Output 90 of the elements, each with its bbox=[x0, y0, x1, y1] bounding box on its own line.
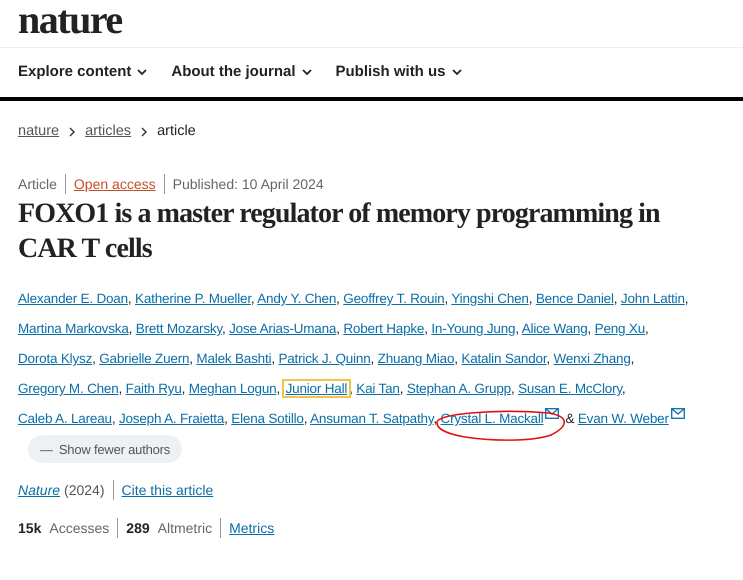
author-link[interactable]: Caleb A. Lareau bbox=[18, 411, 112, 426]
author-link[interactable]: Joseph A. Fraietta bbox=[118, 411, 224, 426]
cite-article-link[interactable]: Cite this article bbox=[122, 480, 214, 500]
metric-stat: 289 Altmetric bbox=[126, 518, 212, 538]
published-date: Published: 10 April 2024 bbox=[172, 174, 324, 194]
author-separator: , bbox=[118, 381, 122, 396]
nav-menu-button[interactable]: Publish with us bbox=[336, 61, 462, 84]
chevron-right-icon bbox=[141, 127, 148, 137]
author-link[interactable]: In-Young Jung bbox=[431, 321, 516, 336]
author-separator: , bbox=[128, 321, 132, 336]
author-separator: , bbox=[400, 381, 404, 396]
author-separator: , bbox=[224, 411, 228, 426]
author-link[interactable]: Katalin Sandor bbox=[461, 351, 546, 366]
author-separator: , bbox=[614, 291, 618, 306]
author-link[interactable]: Dorota Klysz bbox=[18, 351, 92, 366]
chevron-down-icon bbox=[137, 69, 148, 76]
author-separator: , bbox=[271, 351, 275, 366]
author-separator: , bbox=[528, 291, 532, 306]
author-link[interactable]: Alice Wang bbox=[522, 321, 588, 336]
nav-menu-button[interactable]: Explore content bbox=[18, 61, 148, 84]
author-separator: , bbox=[630, 351, 634, 366]
author-separator: , bbox=[276, 381, 280, 396]
author-link[interactable]: Andy Y. Chen bbox=[257, 291, 336, 306]
mail-icon[interactable] bbox=[545, 408, 560, 419]
author-separator: , bbox=[515, 321, 519, 336]
author-separator: , bbox=[444, 291, 448, 306]
nav-menu-button[interactable]: About the journal bbox=[171, 61, 312, 84]
author-link[interactable]: Wenxi Zhang bbox=[554, 351, 631, 366]
author-link[interactable]: Kai Tan bbox=[356, 381, 400, 396]
author-link[interactable]: Brett Mozarsky bbox=[136, 321, 222, 336]
breadcrumb-link[interactable]: nature bbox=[18, 121, 60, 143]
author-separator: , bbox=[336, 321, 340, 336]
chevron-down-icon bbox=[452, 69, 462, 76]
author-link[interactable]: Robert Hapke bbox=[343, 321, 424, 336]
author-separator: , bbox=[588, 321, 592, 336]
author-link[interactable]: Meghan Logun bbox=[188, 381, 276, 396]
show-fewer-authors-button[interactable]: — Show fewer authors bbox=[28, 435, 182, 464]
article-type: Article bbox=[18, 174, 57, 194]
author-link[interactable]: Geoffrey T. Rouin bbox=[343, 291, 444, 306]
author-separator: , bbox=[645, 321, 649, 336]
author-separator: , bbox=[424, 321, 428, 336]
author-link[interactable]: Patrick J. Quinn bbox=[278, 351, 371, 366]
author-link[interactable]: Junior Hall bbox=[284, 381, 350, 396]
author-separator: , bbox=[222, 321, 226, 336]
publication-year: (2024) bbox=[64, 480, 104, 500]
author-separator: , bbox=[336, 291, 340, 306]
metrics-link[interactable]: Metrics bbox=[229, 518, 274, 538]
author-link[interactable]: Zhuang Miao bbox=[378, 351, 454, 366]
author-separator: , bbox=[128, 291, 132, 306]
journal-link[interactable]: Nature bbox=[18, 480, 60, 500]
author-link[interactable]: Gregory M. Chen bbox=[18, 381, 119, 396]
author-link[interactable]: Katherine P. Mueller bbox=[135, 291, 251, 306]
author-link[interactable]: Elena Sotillo bbox=[231, 411, 304, 426]
author-separator: , bbox=[546, 351, 550, 366]
author-separator: , bbox=[182, 381, 186, 396]
author-separator: , bbox=[370, 351, 374, 366]
journal-logo[interactable]: nature bbox=[18, 0, 122, 40]
author-separator: , bbox=[454, 351, 458, 366]
author-link[interactable]: Martina Markovska bbox=[18, 321, 129, 336]
author-separator: , bbox=[304, 411, 308, 426]
author-separator: & bbox=[565, 411, 574, 426]
author-link[interactable]: Faith Ryu bbox=[126, 381, 182, 396]
author-link[interactable]: Bence Daniel bbox=[536, 291, 614, 306]
open-access-link[interactable]: Open access bbox=[74, 174, 156, 194]
metric-stat: 15k Accesses bbox=[18, 518, 110, 538]
author-link[interactable]: Yingshi Chen bbox=[451, 291, 529, 306]
author-link[interactable]: Jose Arias-Umana bbox=[229, 321, 336, 336]
author-separator: , bbox=[112, 411, 116, 426]
author-link[interactable]: Alexander E. Doan bbox=[18, 291, 128, 306]
breadcrumb-current: article bbox=[157, 122, 196, 142]
author-separator: , bbox=[510, 381, 515, 396]
article-title: FOXO1 is a master regulator of memory programming in CAR T cells bbox=[17, 197, 662, 266]
author-separator: , bbox=[92, 351, 96, 366]
breadcrumb-link[interactable]: articles bbox=[85, 121, 132, 143]
author-separator: , bbox=[622, 381, 626, 396]
chevron-down-icon bbox=[302, 69, 312, 76]
author-separator: , bbox=[684, 291, 688, 306]
mail-icon[interactable] bbox=[670, 408, 685, 419]
author-separator: , bbox=[189, 351, 193, 366]
author-link[interactable]: Gabrielle Zuern bbox=[99, 351, 190, 366]
author-separator: , bbox=[250, 291, 254, 306]
author-link[interactable]: Peng Xu bbox=[594, 321, 646, 336]
author-link[interactable]: Stephan A. Grupp bbox=[406, 381, 511, 396]
author-link[interactable]: Evan W. Weber bbox=[578, 411, 669, 426]
author-link[interactable]: Susan E. McClory bbox=[518, 381, 622, 396]
author-separator: , bbox=[433, 411, 437, 426]
author-link[interactable]: Ansuman T. Satpathy bbox=[310, 411, 434, 426]
chevron-right-icon bbox=[69, 127, 76, 137]
author-link[interactable]: John Lattin bbox=[620, 291, 685, 306]
author-link[interactable]: Malek Bashti bbox=[196, 351, 272, 366]
